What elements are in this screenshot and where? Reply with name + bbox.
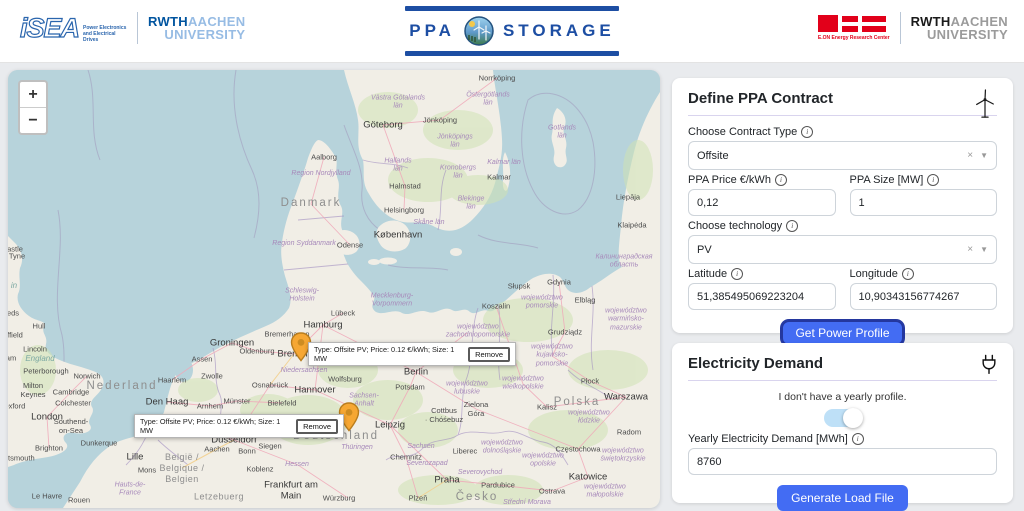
divider <box>900 12 901 44</box>
ppa-tooltip: Type: Offsite PV; Price: 0.12 €/kWh; Siz… <box>134 414 344 438</box>
ppa-size-input[interactable] <box>850 189 998 216</box>
eon-erc-logo: E.ON Energy Research Center <box>818 15 890 41</box>
info-icon[interactable]: i <box>775 174 787 186</box>
technology-value: PV <box>697 244 712 256</box>
electricity-demand-card: Electricity Demand I don't have a yearly… <box>672 343 1013 503</box>
yearly-profile-note: I don't have a yearly profile. <box>688 391 997 403</box>
remove-pin-button[interactable]: Remove <box>296 419 338 434</box>
toggle-knob <box>843 408 863 428</box>
info-icon[interactable]: i <box>852 433 864 445</box>
technology-label: Choose technology <box>688 220 782 232</box>
longitude-label: Longitude <box>850 268 898 280</box>
ppa-tooltip: Type: Offsite PV; Price: 0.12 €/kWh; Siz… <box>308 342 516 366</box>
ppa-price-label: PPA Price €/kWh <box>688 174 771 186</box>
map[interactable]: NorrköpingÖstergötlands länVästra Götala… <box>8 70 660 508</box>
longitude-input[interactable] <box>850 283 998 310</box>
plug-icon <box>979 353 999 382</box>
ppa-tooltip-text: Type: Offsite PV; Price: 0.12 €/kWh; Siz… <box>140 417 291 435</box>
logo-text-right: STORAGE <box>503 21 615 41</box>
technology-select[interactable]: PV × ▼ <box>688 235 997 264</box>
yearly-demand-label: Yearly Electricity Demand [MWh] <box>688 433 848 445</box>
generate-load-file-button[interactable]: Generate Load File <box>777 485 908 511</box>
map-zoom-control: + − <box>18 80 48 135</box>
globe-turbine-icon <box>463 15 495 47</box>
zoom-out-button[interactable]: − <box>20 107 46 133</box>
logo-bar-bottom <box>405 51 619 56</box>
isea-tagline: Power Electronics and Electrical Drives <box>83 25 127 44</box>
info-icon[interactable]: i <box>902 268 914 280</box>
info-icon[interactable]: i <box>927 174 939 186</box>
ppa-size-label: PPA Size [MW] <box>850 174 924 186</box>
divider <box>688 380 997 381</box>
eon-caption: E.ON Energy Research Center <box>818 35 890 41</box>
contract-type-select[interactable]: Offsite × ▼ <box>688 141 997 170</box>
rwth-word3: UNIVERSITY <box>927 28 1008 41</box>
zoom-in-button[interactable]: + <box>20 82 46 107</box>
yearly-profile-toggle[interactable] <box>824 409 862 427</box>
isea-logo: iSEA Power Electronics and Electrical Dr… <box>20 13 127 44</box>
chevron-down-icon[interactable]: ▼ <box>980 245 988 254</box>
clear-icon[interactable]: × <box>967 244 973 255</box>
info-icon[interactable]: i <box>731 268 743 280</box>
eon-square <box>818 15 838 32</box>
rwth-word3: UNIVERSITY <box>164 28 245 41</box>
isea-wordmark: iSEA <box>20 13 79 44</box>
clear-icon[interactable]: × <box>967 150 973 161</box>
ppa-storage-logo: PPA STORAGE <box>405 6 619 56</box>
rwth-logo-right: RWTHAACHEN UNIVERSITY <box>911 15 1008 41</box>
contract-type-value: Offsite <box>697 150 729 162</box>
ppa-price-input[interactable] <box>688 189 836 216</box>
define-ppa-contract-card: Define PPA Contract Choose Contract Type… <box>672 78 1013 333</box>
demand-card-title: Electricity Demand <box>688 355 997 372</box>
ppa-card-title: Define PPA Contract <box>688 90 997 107</box>
info-icon[interactable]: i <box>786 220 798 232</box>
yearly-demand-input[interactable] <box>688 448 997 475</box>
info-icon[interactable]: i <box>801 126 813 138</box>
rwth-logo-left: RWTHAACHEN UNIVERSITY <box>148 15 245 41</box>
ppa-tooltip-text: Type: Offsite PV; Price: 0.12 €/kWh; Siz… <box>314 345 463 363</box>
map-tooltips: Type: Offsite PV; Price: 0.12 €/kWh; Siz… <box>8 70 660 508</box>
remove-pin-button[interactable]: Remove <box>468 347 510 362</box>
latitude-label: Latitude <box>688 268 727 280</box>
logo-text-left: PPA <box>409 21 455 41</box>
app-header: iSEA Power Electronics and Electrical Dr… <box>0 0 1024 63</box>
wind-turbine-icon <box>971 88 999 125</box>
divider <box>137 12 138 44</box>
contract-type-label: Choose Contract Type <box>688 126 797 138</box>
latitude-input[interactable] <box>688 283 836 310</box>
divider <box>688 115 997 116</box>
chevron-down-icon[interactable]: ▼ <box>980 151 988 160</box>
